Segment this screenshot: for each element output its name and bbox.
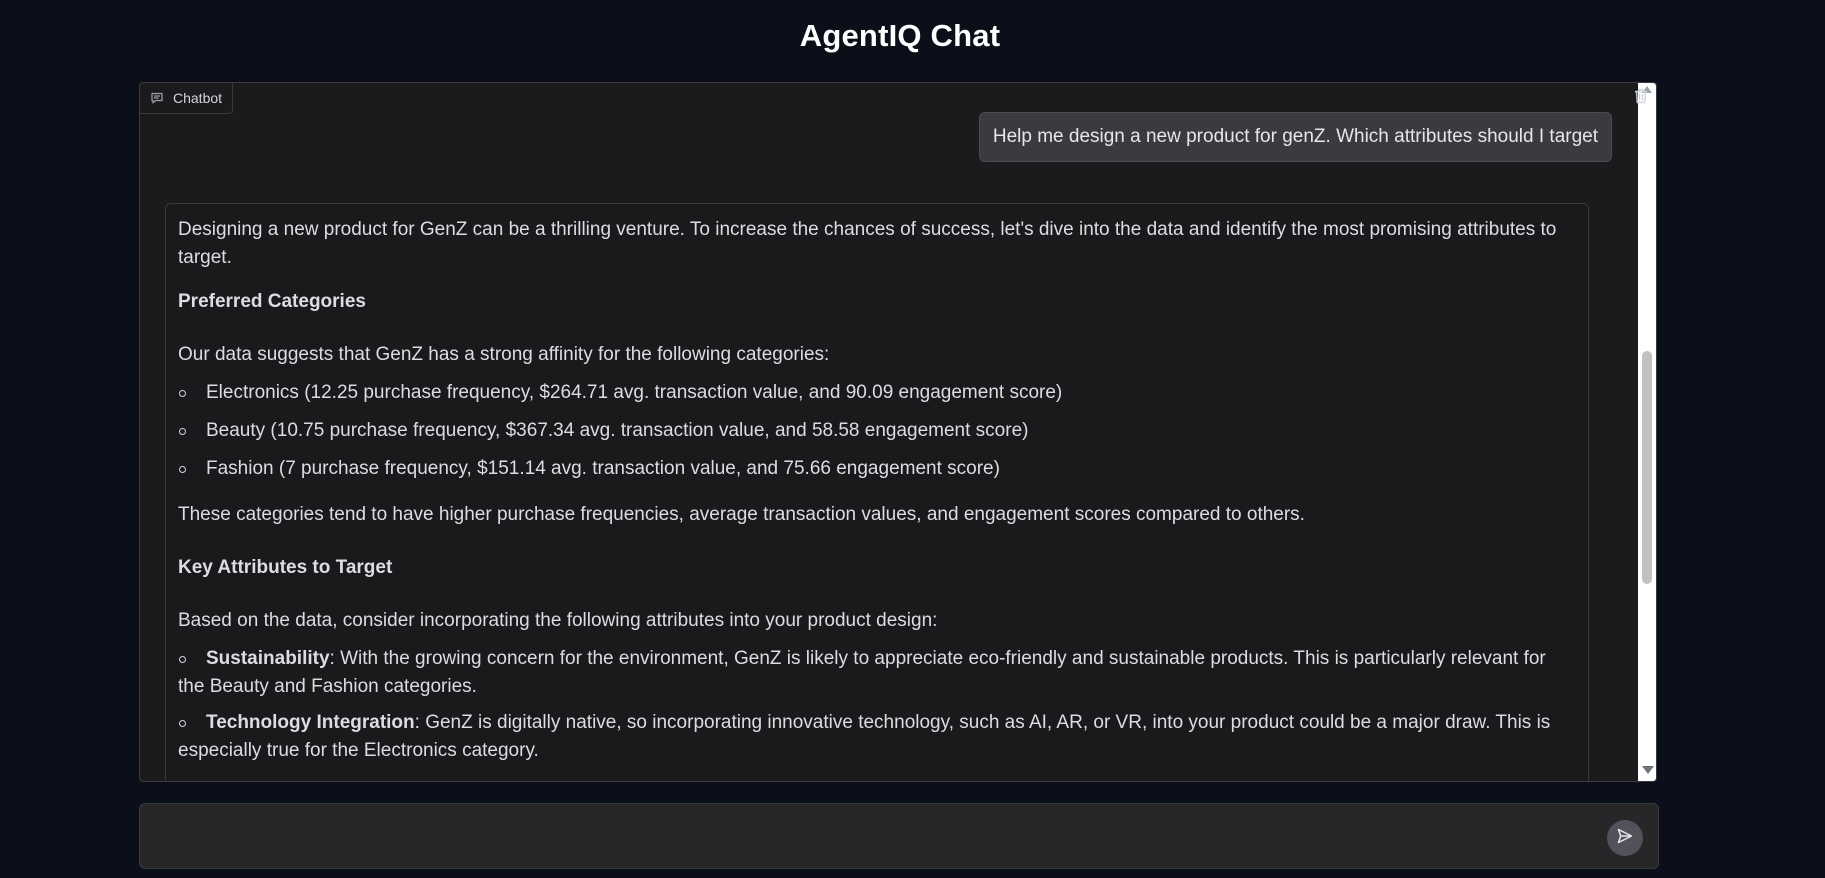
bot-intro: Designing a new product for GenZ can be … [178,219,1557,268]
list-item: Fashion (7 purchase frequency, $151.14 a… [178,455,1576,483]
chatbot-panel: Chatbot Help me design a new product for… [139,82,1657,782]
section-intro-attributes: Based on the data, consider incorporatin… [178,610,938,631]
list-item: Technology Integration: GenZ is digitall… [178,709,1576,765]
bullet-icon [179,466,186,473]
chat-bubble-icon [150,91,164,105]
user-message: Help me design a new product for genZ. W… [978,112,1612,162]
attribute-text: : With the growing concern for the envir… [178,648,1546,697]
bullet-icon [179,720,186,727]
bullet-icon [179,656,186,663]
chatbot-label-text: Chatbot [173,90,223,106]
attribute-list: Sustainability: With the growing concern… [178,645,1576,765]
list-item: Electronics (12.25 purchase frequency, $… [178,379,1576,407]
app-title: AgentIQ Chat [799,18,1001,53]
list-item: Beauty (10.75 purchase frequency, $367.3… [178,417,1576,445]
clear-chat-button[interactable] [1630,87,1652,109]
attribute-name: Sustainability [206,648,330,669]
trash-icon [1634,88,1648,109]
section-heading-attributes: Key Attributes to Target [178,557,393,578]
category-list: Electronics (12.25 purchase frequency, $… [178,379,1576,483]
bullet-icon [179,390,186,397]
chat-messages[interactable]: Help me design a new product for genZ. W… [140,83,1656,781]
message-input-container [139,803,1659,869]
message-input[interactable] [154,818,1588,858]
list-item: Sustainability: With the growing concern… [178,645,1576,701]
chatbot-label: Chatbot [140,83,234,114]
attribute-name: Technology Integration [206,712,415,733]
send-icon [1616,827,1634,850]
section-heading-categories: Preferred Categories [178,291,366,312]
bot-message: Designing a new product for GenZ can be … [165,203,1589,781]
section-intro-categories: Our data suggests that GenZ has a strong… [178,344,830,365]
scroll-thumb[interactable] [1642,351,1652,584]
chat-scrollbar[interactable] [1638,83,1656,781]
send-button[interactable] [1607,820,1643,856]
section-summary-categories: These categories tend to have higher pur… [178,504,1305,525]
scroll-down-arrow-icon[interactable] [1642,766,1654,774]
bullet-icon [179,428,186,435]
